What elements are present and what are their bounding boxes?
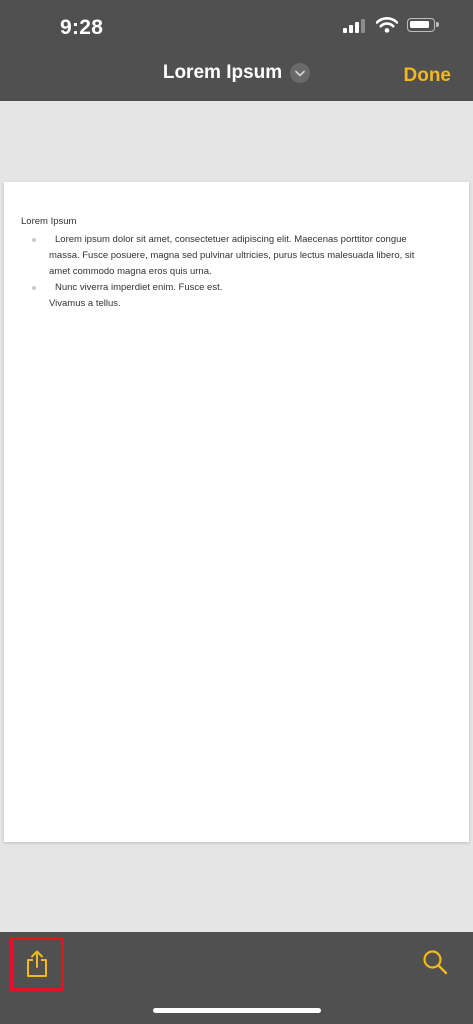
document-title: Lorem Ipsum: [162, 62, 283, 83]
search-icon: [423, 950, 448, 975]
home-indicator[interactable]: [153, 1008, 321, 1013]
search-button[interactable]: [421, 948, 449, 976]
bottom-toolbar: [0, 932, 473, 1024]
bullet-icon: [32, 238, 36, 242]
done-button[interactable]: Done: [404, 65, 452, 87]
share-button[interactable]: [10, 937, 64, 991]
document-page: Lorem Ipsum Lorem ipsum dolor sit amet, …: [4, 182, 469, 842]
bullet-icon: [32, 286, 36, 290]
share-icon: [27, 950, 47, 977]
bullet-text: Lorem ipsum dolor sit amet, consectetuer…: [49, 234, 415, 277]
chevron-down-icon[interactable]: [290, 63, 311, 83]
document-heading: Lorem Ipsum: [21, 216, 77, 227]
document-title-menu[interactable]: Lorem Ipsum: [0, 62, 473, 84]
cellular-signal-icon: [343, 17, 367, 33]
top-bar: 9:28 Lorem Ipsum Done: [0, 0, 473, 101]
list-item: Lorem ipsum dolor sit amet, consectetuer…: [21, 232, 431, 280]
list-item: Nunc viverra imperdiet enim. Fusce est.: [21, 280, 431, 296]
battery-icon: [407, 18, 439, 32]
wifi-icon: [376, 17, 398, 33]
status-time: 9:28: [60, 16, 104, 39]
bullet-text: Nunc viverra imperdiet enim. Fusce est.: [55, 282, 223, 293]
status-icons: [343, 17, 439, 33]
bullet-list: Lorem ipsum dolor sit amet, consectetuer…: [21, 232, 431, 296]
trailing-paragraph: Vivamus a tellus.: [49, 298, 121, 309]
